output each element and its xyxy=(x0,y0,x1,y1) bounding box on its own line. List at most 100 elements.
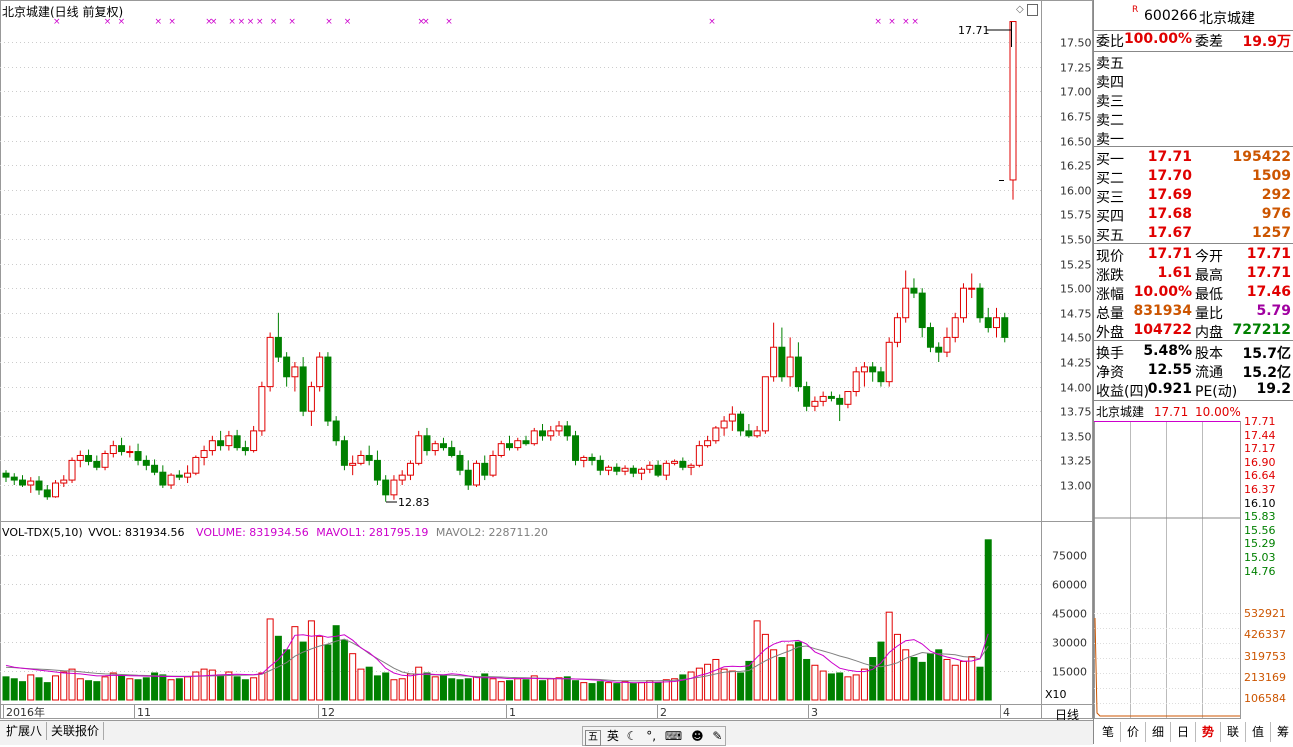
candle-body xyxy=(720,420,728,429)
fundamental-value: 19.2 xyxy=(1256,381,1291,397)
period-label[interactable]: 日线 xyxy=(1043,706,1091,722)
event-marker: × xyxy=(888,17,896,27)
kline-chart-area[interactable]: 17.50 17.25 17.00 16.75 16.50 16.25 16.00 15.75… xyxy=(0,0,1093,744)
candle-body xyxy=(580,456,588,461)
right-tab[interactable]: 笔 xyxy=(1096,722,1121,742)
candle-body xyxy=(192,456,200,474)
volume-bar xyxy=(580,682,588,701)
candle-body xyxy=(728,413,736,422)
volume-bar xyxy=(10,678,18,701)
quote-value: 5.79 xyxy=(1256,303,1291,319)
ime-ying-label[interactable]: 英 xyxy=(607,729,619,743)
right-tab[interactable]: 日 xyxy=(1171,722,1196,742)
candle-body xyxy=(836,397,844,405)
event-marker: × xyxy=(270,17,278,27)
date-tick-label: 11 xyxy=(137,706,151,719)
volume-bar xyxy=(778,657,786,701)
quote-row: 涨跌 1.61 最高 17.71 xyxy=(1094,265,1293,284)
volume-bar xyxy=(456,679,464,701)
candle-body xyxy=(431,443,439,452)
candle-body xyxy=(134,451,142,461)
volume-bar xyxy=(76,678,84,701)
candle-body xyxy=(514,440,522,449)
candle-body xyxy=(737,413,745,432)
candle-body xyxy=(902,287,910,319)
candle-body xyxy=(2,472,10,478)
price-tick-label: 17.50 xyxy=(1060,37,1092,50)
moon-icon[interactable]: ☾ xyxy=(627,729,638,743)
mini-price-tick: 15.83 xyxy=(1244,510,1276,524)
vol-tick-label: 45000 xyxy=(1052,608,1087,621)
volume-bar xyxy=(968,656,976,701)
quote-label: 内盘 xyxy=(1195,325,1223,341)
date-tick-label: 12 xyxy=(321,706,335,719)
price-grid xyxy=(0,42,1041,486)
candle-body xyxy=(390,479,398,496)
volume-bar xyxy=(497,681,505,701)
person-icon[interactable]: ☻ xyxy=(691,729,704,743)
volume-bar xyxy=(522,679,530,701)
quote-value: 831934 xyxy=(1133,303,1192,319)
right-tab[interactable]: 价 xyxy=(1121,722,1146,742)
candle-body xyxy=(101,453,109,468)
candle-body xyxy=(497,443,505,456)
volume-bar xyxy=(349,653,357,701)
fundamental-label: 收益(四) xyxy=(1096,384,1149,400)
right-tab[interactable]: 细 xyxy=(1146,722,1171,742)
quote-value: 17.46 xyxy=(1246,284,1291,300)
candle-body xyxy=(299,366,307,412)
vol-indicator-name[interactable]: VOL-TDX(5,10) xyxy=(2,526,83,539)
candle-body xyxy=(860,366,868,373)
volume-bar xyxy=(382,672,390,701)
kline-svg[interactable]: 17.50 17.25 17.00 16.75 16.50 16.25 16.00 15.75… xyxy=(0,0,1093,744)
wrench-icon[interactable]: ✎ xyxy=(712,729,722,743)
price-tick-label: 14.25 xyxy=(1060,357,1092,370)
buy-level-row: 买四 17.68 976 xyxy=(1094,206,1293,225)
punctuation-icon[interactable]: °, xyxy=(646,729,656,743)
volume-bar xyxy=(506,680,513,701)
divider xyxy=(1094,146,1293,147)
weicha-value: 19.9万 xyxy=(1242,34,1291,50)
window-toggle-icon[interactable] xyxy=(1027,4,1038,16)
right-tab[interactable]: 筹 xyxy=(1271,722,1293,742)
event-marker: × xyxy=(155,17,163,27)
tab-related-quotes[interactable]: 关联报价 xyxy=(47,722,105,740)
candle-body xyxy=(266,336,274,388)
volume-bar xyxy=(910,657,918,701)
volume-bar xyxy=(935,649,943,701)
volume-bar xyxy=(588,683,596,701)
mini-price-tick: 17.71 xyxy=(1244,415,1276,428)
candle-body xyxy=(613,466,621,472)
sell-level-label: 卖四 xyxy=(1096,75,1124,91)
volume-bar xyxy=(423,672,431,701)
mini-volume-trace xyxy=(1094,617,1240,717)
sell-level-label: 卖三 xyxy=(1096,94,1124,110)
candle-body xyxy=(1001,317,1009,338)
mini-frame xyxy=(1094,421,1241,719)
candle-body xyxy=(572,435,580,461)
right-tab[interactable]: 值 xyxy=(1246,722,1271,742)
fundamental-row: 收益(四) 0.921 PE(动) 19.2 xyxy=(1094,381,1293,400)
divider xyxy=(1094,51,1293,52)
buy-level-label: 买二 xyxy=(1096,171,1124,187)
diamond-icon[interactable]: ◇ xyxy=(1016,4,1024,15)
date-axis: 2016年 11 12 1 2 3 4 xyxy=(3,705,1010,719)
event-marker: × xyxy=(911,17,919,27)
candle-body xyxy=(93,460,101,468)
volume-bar xyxy=(2,676,10,701)
event-marker: × xyxy=(210,17,218,27)
right-tab[interactable]: 联 xyxy=(1221,722,1246,742)
keyboard-icon[interactable]: ⌨ xyxy=(665,729,682,743)
right-tab[interactable]: 势 xyxy=(1196,722,1221,742)
volume-bar xyxy=(406,673,414,701)
candle-body xyxy=(217,440,225,447)
event-marker: × xyxy=(168,17,176,27)
volume-bar xyxy=(638,682,646,701)
volume-bar xyxy=(761,633,769,701)
tab-extension[interactable]: 扩展八 xyxy=(2,722,48,740)
quote-label: 总量 xyxy=(1096,306,1124,322)
fundamental-row: 换手 5.48% 股本 15.7亿 xyxy=(1094,343,1293,362)
candle-body xyxy=(19,479,27,486)
mini-pct: 10.00% xyxy=(1195,405,1241,419)
volume-bar xyxy=(613,683,621,701)
